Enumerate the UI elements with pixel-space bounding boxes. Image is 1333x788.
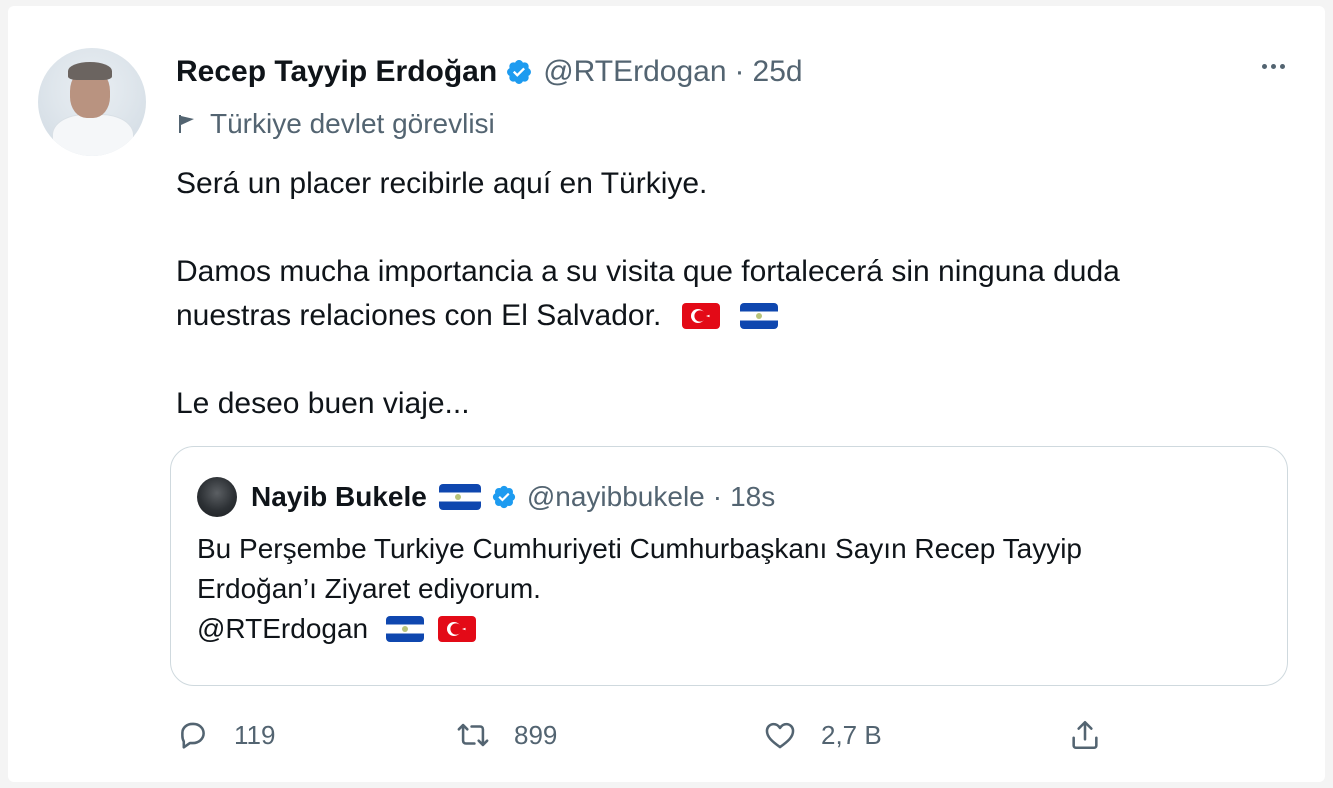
- avatar-hair: [68, 62, 112, 80]
- more-dot: [1279, 63, 1285, 69]
- verified-badge-icon: [492, 485, 515, 509]
- turkey-flag-emoji: [681, 303, 720, 329]
- reply-button[interactable]: 119: [176, 718, 275, 752]
- more-icon[interactable]: [1253, 54, 1293, 78]
- tweet-text-line: Será un placer recibirle aquí en Türkiye…: [176, 167, 708, 200]
- more-dot: [1261, 63, 1267, 69]
- quoted-author-name[interactable]: Nayib Bukele: [251, 478, 427, 516]
- more-dot: [1270, 63, 1276, 69]
- tweet-text-line: Damos mucha importancia a su visita que …: [176, 255, 1120, 288]
- retweet-icon: [457, 723, 489, 747]
- author-handle[interactable]: @RTErdogan: [543, 52, 726, 92]
- like-button[interactable]: 2,7 B: [763, 718, 882, 752]
- verified-badge-icon: [507, 60, 532, 84]
- share-icon: [1072, 720, 1098, 750]
- retweet-button[interactable]: 899: [456, 718, 557, 752]
- quoted-text-line-with-flags: @RTErdogan: [197, 609, 476, 649]
- el-salvador-flag-emoji: [385, 616, 424, 642]
- quoted-tweet-header: Nayib Bukele @nayibbukele · 18s: [197, 477, 775, 517]
- share-button[interactable]: [1068, 718, 1102, 752]
- quoted-tweet[interactable]: Nayib Bukele @nayibbukele · 18s Bu Perşe…: [170, 446, 1288, 686]
- author-name[interactable]: Recep Tayyip Erdoğan: [176, 52, 497, 92]
- tweet-card[interactable]: Recep Tayyip Erdoğan @RTErdogan · 25d Tü…: [8, 6, 1325, 782]
- quoted-author-avatar[interactable]: [197, 477, 237, 517]
- account-label-text: Türkiye devlet görevlisi: [210, 108, 495, 139]
- tweet-text-line-with-flags: nuestras relaciones con El Salvador.: [176, 294, 778, 338]
- turkey-flag-emoji: [437, 616, 476, 642]
- quoted-header-separator: ·: [712, 481, 723, 512]
- reply-count: 119: [234, 719, 276, 750]
- tweet-header: Recep Tayyip Erdoğan @RTErdogan · 25d: [176, 52, 803, 92]
- tweet-text-line: nuestras relaciones con El Salvador.: [176, 299, 662, 332]
- avatar-suit: [52, 114, 134, 156]
- author-avatar[interactable]: [38, 48, 146, 156]
- tweet-actions: 119 899 2,7 B: [8, 718, 1325, 768]
- quoted-text-line: Bu Perşembe Turkiye Cumhuriyeti Cumhurba…: [197, 533, 1082, 564]
- el-salvador-flag-emoji: [739, 303, 778, 329]
- retweet-count: 899: [514, 719, 558, 750]
- quoted-text-line: Erdoğan’ı Ziyaret ediyorum.: [197, 573, 541, 604]
- like-count: 2,7 B: [821, 719, 882, 750]
- header-separator: ·: [734, 55, 745, 88]
- reply-icon: [181, 722, 205, 749]
- quoted-author-handle[interactable]: @nayibbukele: [527, 478, 705, 516]
- quoted-tweet-timestamp[interactable]: 18s: [730, 478, 775, 516]
- flag-icon: [179, 115, 194, 133]
- heart-icon: [765, 722, 795, 749]
- quoted-mention[interactable]: @RTErdogan: [197, 613, 368, 644]
- tweet-text-line: Le deseo buen viaje...: [176, 387, 470, 420]
- tweet-timestamp[interactable]: 25d: [753, 52, 803, 92]
- el-salvador-flag-emoji: [438, 484, 481, 510]
- account-label: Türkiye devlet görevlisi: [178, 106, 495, 142]
